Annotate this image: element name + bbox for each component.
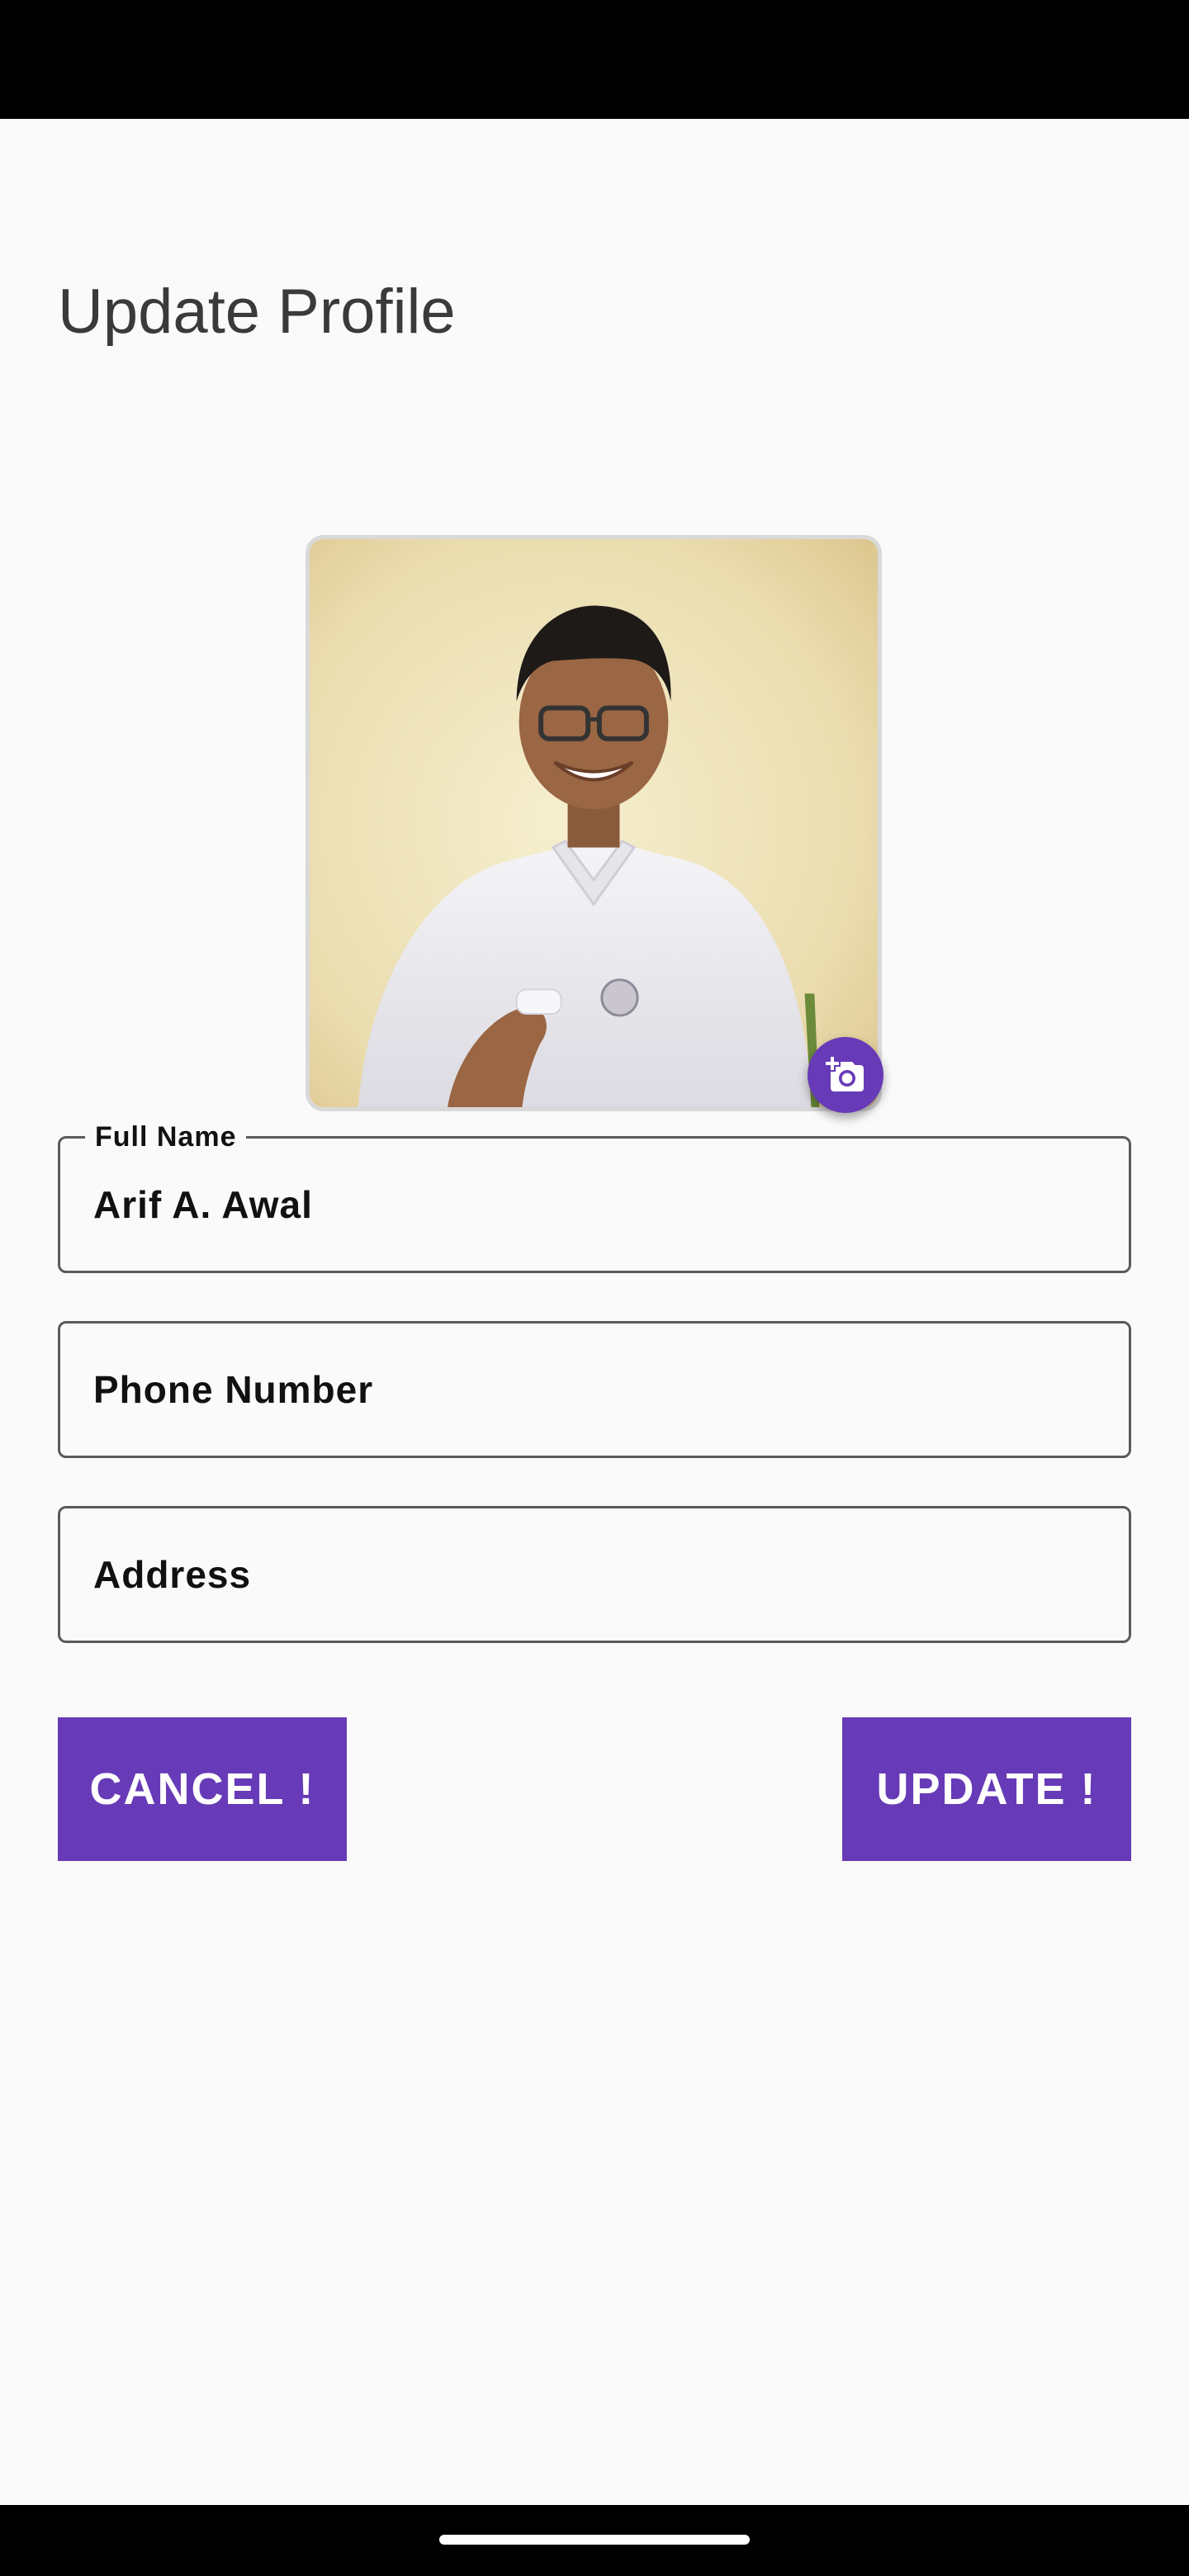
change-photo-button[interactable]: [808, 1037, 883, 1113]
address-field[interactable]: [58, 1506, 1131, 1643]
phone-number-input[interactable]: [93, 1324, 1092, 1456]
home-indicator[interactable]: [439, 2535, 750, 2545]
address-input[interactable]: [93, 1508, 1092, 1641]
status-bar: [0, 0, 1189, 119]
cancel-button[interactable]: CANCEL !: [58, 1717, 347, 1861]
phone-number-field[interactable]: [58, 1321, 1131, 1458]
page-title: Update Profile: [58, 277, 456, 347]
full-name-field[interactable]: Full Name: [58, 1119, 1131, 1273]
profile-photo[interactable]: [306, 535, 882, 1111]
profile-photo-image: [310, 539, 878, 1107]
update-button[interactable]: UPDATE !: [842, 1717, 1131, 1861]
full-name-input[interactable]: [93, 1139, 1092, 1271]
add-a-photo-icon: [826, 1057, 864, 1091]
